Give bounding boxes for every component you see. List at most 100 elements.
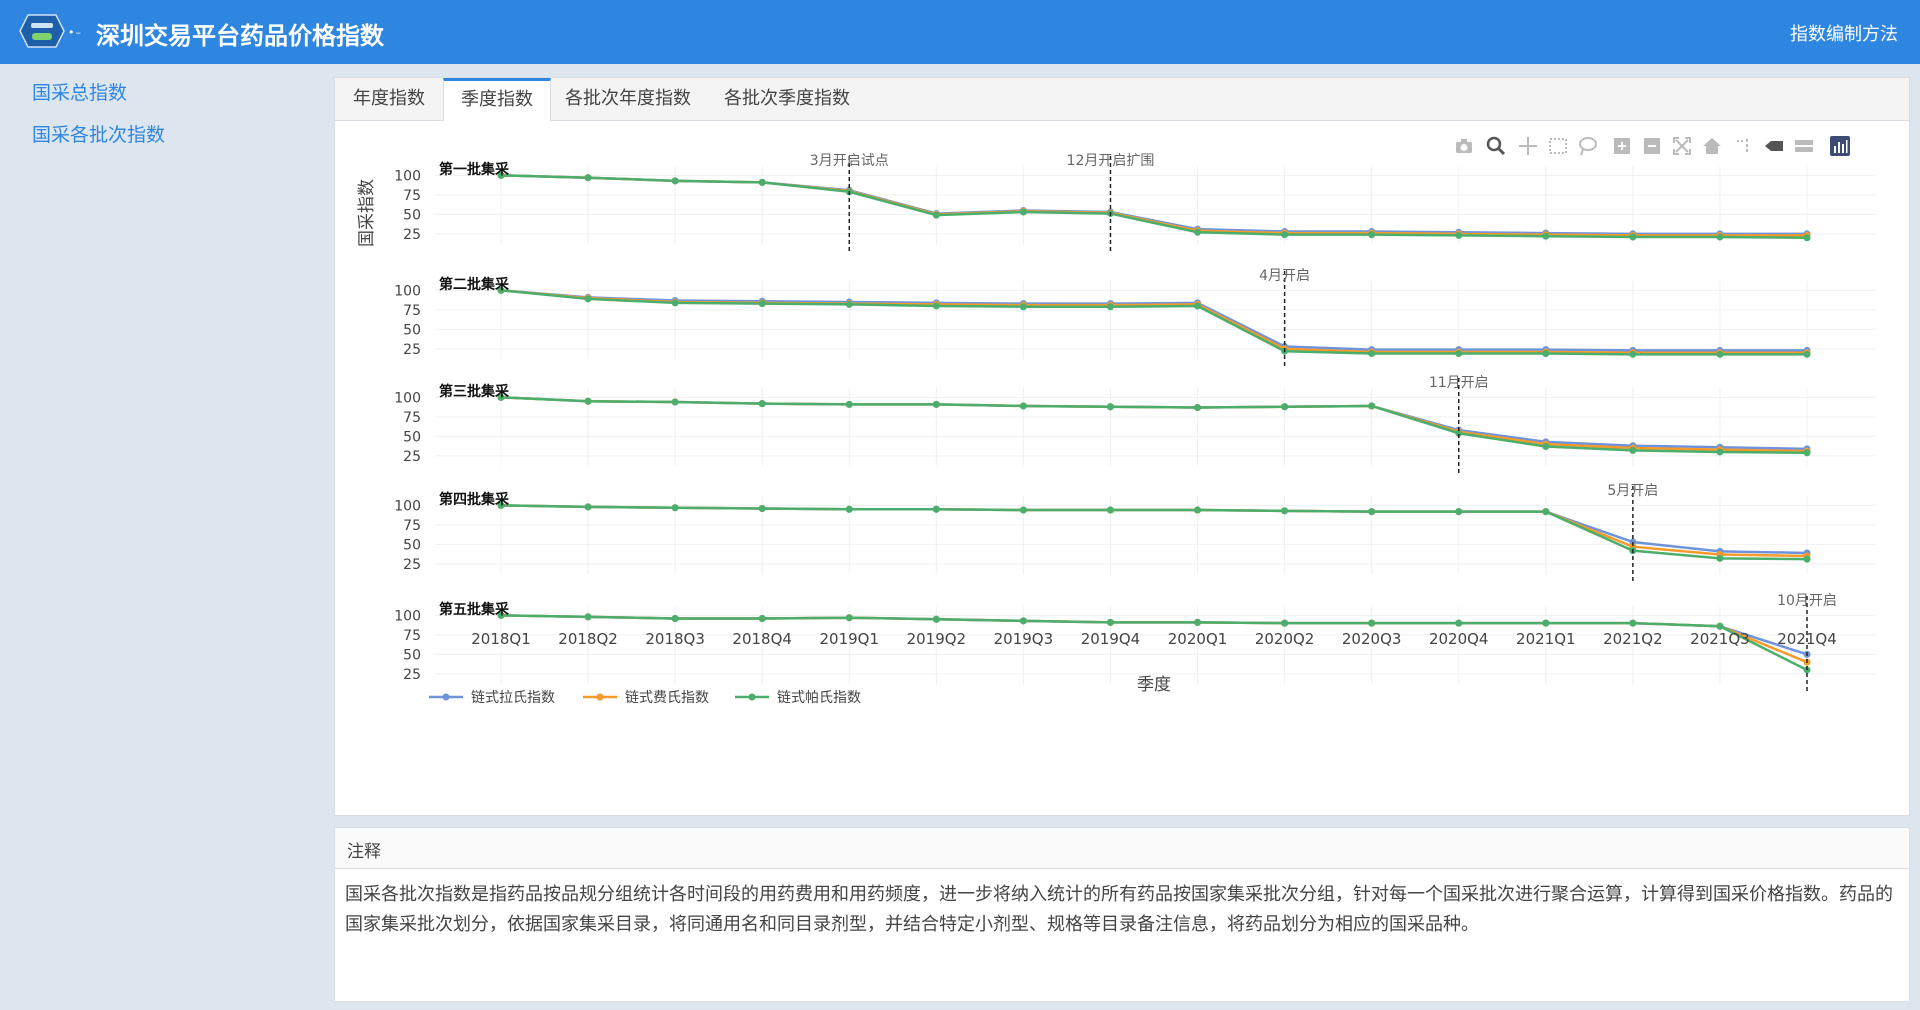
data-point [1019, 617, 1027, 625]
sidebar-item-batch-index[interactable]: 国采各批次指数 [32, 120, 165, 147]
series-line-3 [500, 174, 1808, 240]
y-tick-label: 100 [394, 390, 421, 406]
data-point [1019, 208, 1027, 216]
data-point [932, 302, 940, 310]
data-point [845, 400, 853, 408]
y-tick-label: 25 [403, 449, 421, 465]
data-point [1019, 402, 1027, 410]
y-tick-label: 50 [403, 322, 421, 338]
y-tick-label: 50 [403, 537, 421, 553]
data-point [1455, 350, 1463, 358]
x-axis-title: 季度 [1137, 675, 1171, 695]
data-point [1194, 302, 1202, 310]
sidebar: 国采总指数 国采各批次指数 [0, 64, 323, 1010]
data-point [671, 614, 679, 622]
x-tick-label: 2019Q2 [907, 630, 967, 648]
data-point [1542, 232, 1550, 240]
x-tick-label: 2020Q3 [1342, 630, 1402, 648]
data-point [1368, 231, 1376, 239]
legend-label: 链式费氏指数 [625, 690, 709, 706]
data-point [1019, 303, 1027, 311]
y-axis-title: 国采指数 [357, 179, 377, 247]
data-point [1542, 619, 1550, 627]
y-tick-label: 25 [403, 667, 421, 683]
event-label: 10月开启 [1777, 593, 1837, 609]
data-point [584, 397, 592, 405]
data-point [932, 505, 940, 513]
x-tick-label: 2021Q2 [1603, 630, 1663, 648]
data-point [671, 398, 679, 406]
legend-label: 链式帕氏指数 [777, 690, 861, 706]
data-point [1106, 303, 1114, 311]
y-tick-label: 75 [403, 628, 421, 644]
y-tick-label: 25 [403, 557, 421, 573]
data-point [1455, 508, 1463, 516]
data-point [1716, 350, 1724, 358]
data-point [1194, 618, 1202, 626]
data-point [1629, 233, 1637, 241]
note-body: 国采各批次指数是指药品按品规分组统计各时间段的用药费用和用药频度，进一步将纳入统… [345, 884, 1893, 935]
y-tick-label: 100 [394, 608, 421, 624]
data-point [1716, 554, 1724, 562]
x-tick-label: 2020Q4 [1429, 630, 1489, 648]
x-tick-label: 2019Q4 [1081, 630, 1141, 648]
data-point [671, 504, 679, 512]
data-point [1803, 350, 1811, 358]
y-tick-label: 50 [403, 647, 421, 663]
sidebar-item-total-index[interactable]: 国采总指数 [32, 78, 127, 105]
event-label: 5月开启 [1607, 483, 1658, 499]
x-tick-label: 2020Q1 [1168, 630, 1228, 648]
data-point [1194, 228, 1202, 236]
x-tick-label: 2021Q1 [1516, 630, 1576, 648]
data-point [758, 400, 766, 408]
data-point [1716, 622, 1724, 630]
data-point [584, 174, 592, 182]
data-point [932, 400, 940, 408]
series-line-2 [500, 396, 1808, 453]
x-tick-label: 2018Q3 [645, 630, 705, 648]
y-tick-label: 75 [403, 188, 421, 204]
data-point [758, 178, 766, 186]
data-point [1455, 619, 1463, 627]
batch-quarterly-chart: 100 75 50 25 3月开启试点 12月开启扩围第一批集采 100 75 50 25 4月开启… [357, 153, 1875, 706]
data-point [1019, 506, 1027, 514]
y-tick-label: 25 [403, 227, 421, 243]
x-tick-label: 2019Q3 [994, 630, 1054, 648]
legend-swatch-point [442, 693, 450, 701]
data-point [1629, 446, 1637, 454]
data-point [584, 613, 592, 621]
y-tick-label: 50 [403, 207, 421, 223]
data-point [1716, 448, 1724, 456]
legend-swatch-point [596, 693, 604, 701]
data-point [671, 299, 679, 307]
top-bar: •– 深圳交易平台药品价格指数 指数编制方法 [0, 0, 1920, 64]
event-label: 12月开启扩围 [1067, 153, 1155, 169]
subplot-label: 第五批集采 [439, 601, 510, 618]
y-tick-label: 75 [403, 303, 421, 319]
data-point [584, 295, 592, 303]
data-point [758, 614, 766, 622]
data-point [1194, 506, 1202, 514]
data-point [1281, 403, 1289, 411]
data-point [1803, 234, 1811, 242]
event-label: 3月开启试点 [810, 153, 889, 169]
data-point [1368, 619, 1376, 627]
y-tick-label: 100 [394, 498, 421, 514]
data-point [1368, 402, 1376, 410]
data-point [932, 211, 940, 219]
subplot-label: 第二批集采 [439, 276, 510, 293]
data-point [1803, 449, 1811, 457]
y-tick-label: 100 [394, 168, 421, 184]
data-point [1542, 350, 1550, 358]
data-point [1368, 350, 1376, 358]
y-tick-label: 50 [403, 429, 421, 445]
logo-dots-icon: •– [68, 26, 82, 39]
data-point [1281, 619, 1289, 627]
x-tick-label: 2018Q4 [732, 630, 792, 648]
x-tick-label: 2021Q4 [1777, 630, 1837, 648]
x-tick-label: 2018Q1 [471, 630, 531, 648]
data-point [758, 300, 766, 308]
y-tick-label: 100 [394, 283, 421, 299]
index-method-link[interactable]: 指数编制方法 [1790, 20, 1898, 46]
series-line-1 [500, 289, 1807, 352]
